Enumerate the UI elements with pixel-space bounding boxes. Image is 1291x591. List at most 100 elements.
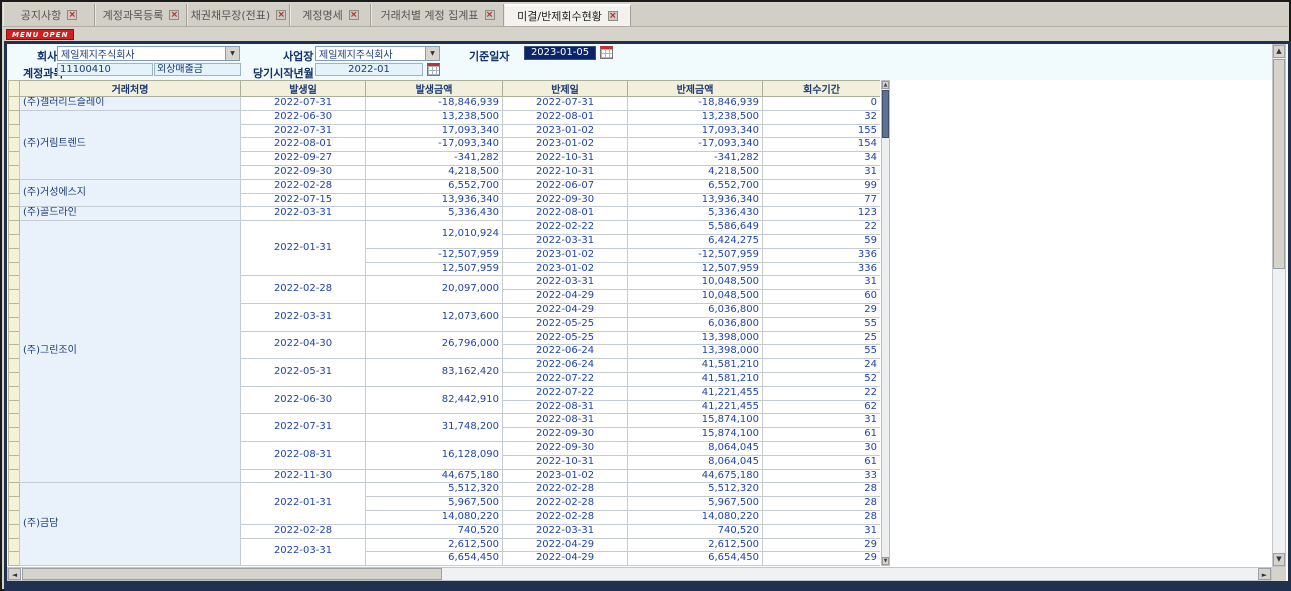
settlement-date-cell[interactable]: 2022-04-29 (503, 552, 628, 566)
settlement-date-cell[interactable]: 2022-09-30 (503, 441, 628, 455)
settlement-amount-cell[interactable]: 17,093,340 (628, 124, 763, 138)
collection-days-cell[interactable]: 25 (763, 331, 881, 345)
occurrence-amount-cell[interactable]: -341,282 (366, 152, 503, 166)
occurrence-amount-cell[interactable]: -18,846,939 (366, 97, 503, 111)
occurrence-date-cell[interactable]: 2022-06-30 (241, 110, 366, 124)
scroll-down-icon[interactable]: ▼ (1273, 553, 1285, 566)
occurrence-date-cell[interactable]: 2022-08-31 (241, 441, 366, 469)
occurrence-amount-cell[interactable]: 6,552,700 (366, 179, 503, 193)
row-selector-cell[interactable] (9, 317, 20, 331)
settlement-amount-cell[interactable]: 13,936,340 (628, 193, 763, 207)
row-selector-cell[interactable] (9, 179, 20, 193)
occurrence-amount-cell[interactable]: 5,512,320 (366, 483, 503, 497)
customer-name-cell[interactable]: (주)거림트렌드 (20, 110, 241, 179)
occurrence-date-cell[interactable]: 2022-06-30 (241, 386, 366, 414)
occurrence-amount-cell[interactable]: -12,507,959 (366, 248, 503, 262)
collection-days-cell[interactable]: 99 (763, 179, 881, 193)
collection-days-cell[interactable]: 155 (763, 124, 881, 138)
occurrence-date-cell[interactable]: 2022-09-30 (241, 165, 366, 179)
collection-days-cell[interactable]: 24 (763, 359, 881, 373)
row-selector-cell[interactable] (9, 262, 20, 276)
scroll-up-icon[interactable]: ▲ (882, 81, 889, 89)
collection-days-cell[interactable]: 62 (763, 400, 881, 414)
chevron-down-icon[interactable]: ▼ (425, 47, 439, 60)
row-selector-cell[interactable] (9, 290, 20, 304)
tab-close-icon[interactable]: × (485, 10, 495, 20)
collection-days-cell[interactable]: 34 (763, 152, 881, 166)
settlement-amount-cell[interactable]: 2,612,500 (628, 538, 763, 552)
collection-days-cell[interactable]: 33 (763, 469, 881, 483)
collection-days-cell[interactable]: 31 (763, 414, 881, 428)
collection-days-cell[interactable]: 59 (763, 234, 881, 248)
customer-name-cell[interactable]: (주)거성에스지 (20, 179, 241, 207)
settlement-date-cell[interactable]: 2022-03-31 (503, 524, 628, 538)
tab-close-icon[interactable]: × (169, 10, 179, 20)
settlement-date-cell[interactable]: 2022-08-31 (503, 400, 628, 414)
occurrence-amount-cell[interactable]: 740,520 (366, 524, 503, 538)
collection-days-cell[interactable]: 29 (763, 303, 881, 317)
row-selector-cell[interactable] (9, 483, 20, 497)
settlement-amount-cell[interactable]: 5,967,500 (628, 497, 763, 511)
occurrence-amount-cell[interactable]: 16,128,090 (366, 441, 503, 469)
settlement-date-cell[interactable]: 2022-06-07 (503, 179, 628, 193)
settlement-amount-cell[interactable]: 13,238,500 (628, 110, 763, 124)
settlement-date-cell[interactable]: 2022-09-30 (503, 428, 628, 442)
tab-close-icon[interactable]: × (276, 10, 286, 20)
row-selector-cell[interactable] (9, 441, 20, 455)
row-selector-cell[interactable] (9, 497, 20, 511)
row-selector-cell[interactable] (9, 221, 20, 235)
settlement-amount-cell[interactable]: 10,048,500 (628, 290, 763, 304)
settlement-date-cell[interactable]: 2022-04-29 (503, 290, 628, 304)
tab-account-detail[interactable]: 계정명세 × (290, 4, 371, 26)
settlement-date-cell[interactable]: 2023-01-02 (503, 124, 628, 138)
settlement-date-cell[interactable]: 2022-05-25 (503, 331, 628, 345)
settlement-date-cell[interactable]: 2022-08-01 (503, 207, 628, 221)
collection-days-cell[interactable]: 28 (763, 483, 881, 497)
settlement-date-cell[interactable]: 2022-03-31 (503, 234, 628, 248)
occurrence-amount-cell[interactable]: 17,093,340 (366, 124, 503, 138)
settlement-date-cell[interactable]: 2022-07-22 (503, 372, 628, 386)
occurrence-date-cell[interactable]: 2022-01-31 (241, 483, 366, 524)
row-selector-cell[interactable] (9, 152, 20, 166)
scroll-up-icon[interactable]: ▲ (1273, 45, 1285, 58)
row-selector-cell[interactable] (9, 207, 20, 221)
row-selector-cell[interactable] (9, 248, 20, 262)
row-selector-cell[interactable] (9, 138, 20, 152)
settlement-date-cell[interactable]: 2022-08-01 (503, 110, 628, 124)
settlement-date-cell[interactable]: 2022-07-31 (503, 97, 628, 111)
occurrence-amount-cell[interactable]: 12,010,924 (366, 221, 503, 249)
row-selector-cell[interactable] (9, 110, 20, 124)
row-selector-cell[interactable] (9, 524, 20, 538)
occurrence-amount-cell[interactable]: 14,080,220 (366, 510, 503, 524)
occurrence-date-cell[interactable]: 2022-07-31 (241, 414, 366, 442)
settlement-amount-cell[interactable]: 4,218,500 (628, 165, 763, 179)
row-selector-cell[interactable] (9, 414, 20, 428)
menu-open-button[interactable]: MENU OPEN (6, 29, 74, 40)
settlement-amount-cell[interactable]: 41,221,455 (628, 386, 763, 400)
header-occurrence-date[interactable]: 발생일 (241, 81, 366, 97)
collection-days-cell[interactable]: 55 (763, 345, 881, 359)
settlement-amount-cell[interactable]: 8,064,045 (628, 455, 763, 469)
settlement-amount-cell[interactable]: 13,398,000 (628, 345, 763, 359)
occurrence-date-cell[interactable]: 2022-08-01 (241, 138, 366, 152)
row-selector-cell[interactable] (9, 359, 20, 373)
occurrence-amount-cell[interactable]: 4,218,500 (366, 165, 503, 179)
occurrence-date-cell[interactable]: 2022-05-31 (241, 359, 366, 387)
tab-receivable-ledger[interactable]: 채권채무장(전표) × (187, 4, 290, 26)
row-selector-cell[interactable] (9, 276, 20, 290)
settlement-amount-cell[interactable]: 5,586,649 (628, 221, 763, 235)
occurrence-date-cell[interactable]: 2022-03-31 (241, 207, 366, 221)
customer-name-cell[interactable]: (주)그린조이 (20, 221, 241, 483)
tab-notice[interactable]: 공지사항 × (3, 4, 95, 26)
settlement-amount-cell[interactable]: 6,654,450 (628, 552, 763, 566)
tab-close-icon[interactable]: × (608, 11, 618, 21)
settlement-date-cell[interactable]: 2023-01-02 (503, 248, 628, 262)
row-selector-cell[interactable] (9, 124, 20, 138)
row-selector-cell[interactable] (9, 386, 20, 400)
settlement-date-cell[interactable]: 2022-10-31 (503, 152, 628, 166)
row-selector-cell[interactable] (9, 552, 20, 566)
customer-name-cell[interactable]: (주)금담 (20, 483, 241, 566)
row-selector-cell[interactable] (9, 469, 20, 483)
occurrence-amount-cell[interactable]: 31,748,200 (366, 414, 503, 442)
settlement-date-cell[interactable]: 2022-10-31 (503, 165, 628, 179)
